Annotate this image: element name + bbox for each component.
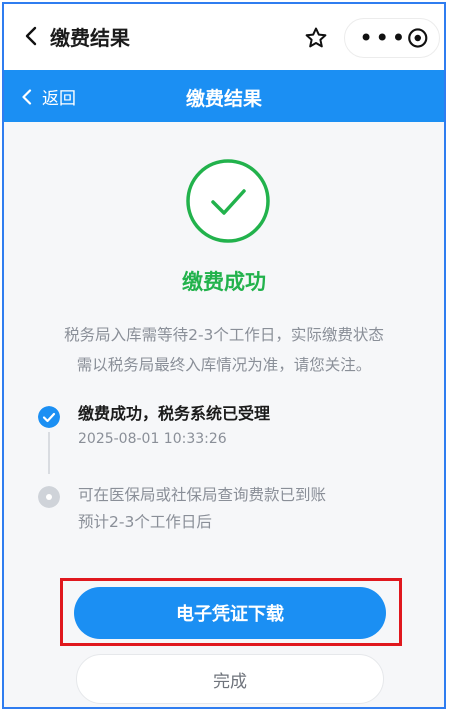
check-circle-icon — [38, 406, 60, 428]
download-voucher-button[interactable]: 电子凭证下载 — [74, 587, 386, 639]
result-content: 缴费成功 税务局入库需等待2-3个工作日，实际缴费状态 需以税务局最终入库情况为… — [4, 122, 444, 707]
close-miniapp-icon[interactable] — [407, 27, 429, 49]
step-text-line-2: 预计2-3个工作日后 — [78, 513, 212, 531]
page-nav-bar: 返回 缴费结果 — [4, 70, 444, 122]
success-title: 缴费成功 — [182, 270, 266, 294]
step-time: 2025-08-01 10:33:26 — [78, 431, 227, 447]
back-arrow-icon[interactable] — [20, 24, 44, 48]
progress-steps: 缴费成功，税务系统已受理 2025-08-01 10:33:26 可在医保局或社… — [36, 402, 416, 536]
step-text-line-1: 可在医保局或社保局查询费款已到账 — [78, 486, 327, 504]
success-check-icon — [186, 159, 270, 243]
done-button[interactable]: 完成 — [76, 654, 384, 704]
step-item: 缴费成功，税务系统已受理 2025-08-01 10:33:26 — [36, 402, 416, 474]
step-item: 可在医保局或社保局查询费款已到账 预计2-3个工作日后 — [36, 482, 416, 536]
step-title: 缴费成功，税务系统已受理 — [78, 404, 271, 423]
page-title: 缴费结果 — [185, 88, 262, 110]
top-bar-title: 缴费结果 — [50, 26, 130, 50]
phone-frame: 缴费结果 ••• 返回 缴费结果 缴费成功 税务局入库需等待2-3个工作日，实际… — [2, 2, 446, 709]
notice-line-1: 税务局入库需等待2-3个工作日，实际缴费状态 — [64, 326, 384, 344]
notice-text: 税务局入库需等待2-3个工作日，实际缴费状态 需以税务局最终入库情况为准，请您关… — [44, 320, 404, 380]
capsule-menu: ••• — [344, 18, 440, 58]
star-icon[interactable] — [304, 26, 328, 50]
app-top-bar: 缴费结果 ••• — [4, 4, 444, 70]
pending-dot-icon — [38, 486, 60, 508]
notice-line-2: 需以税务局最终入库情况为准，请您关注。 — [76, 356, 372, 374]
step-connector — [48, 432, 50, 474]
more-menu-button[interactable]: ••• — [359, 26, 407, 50]
